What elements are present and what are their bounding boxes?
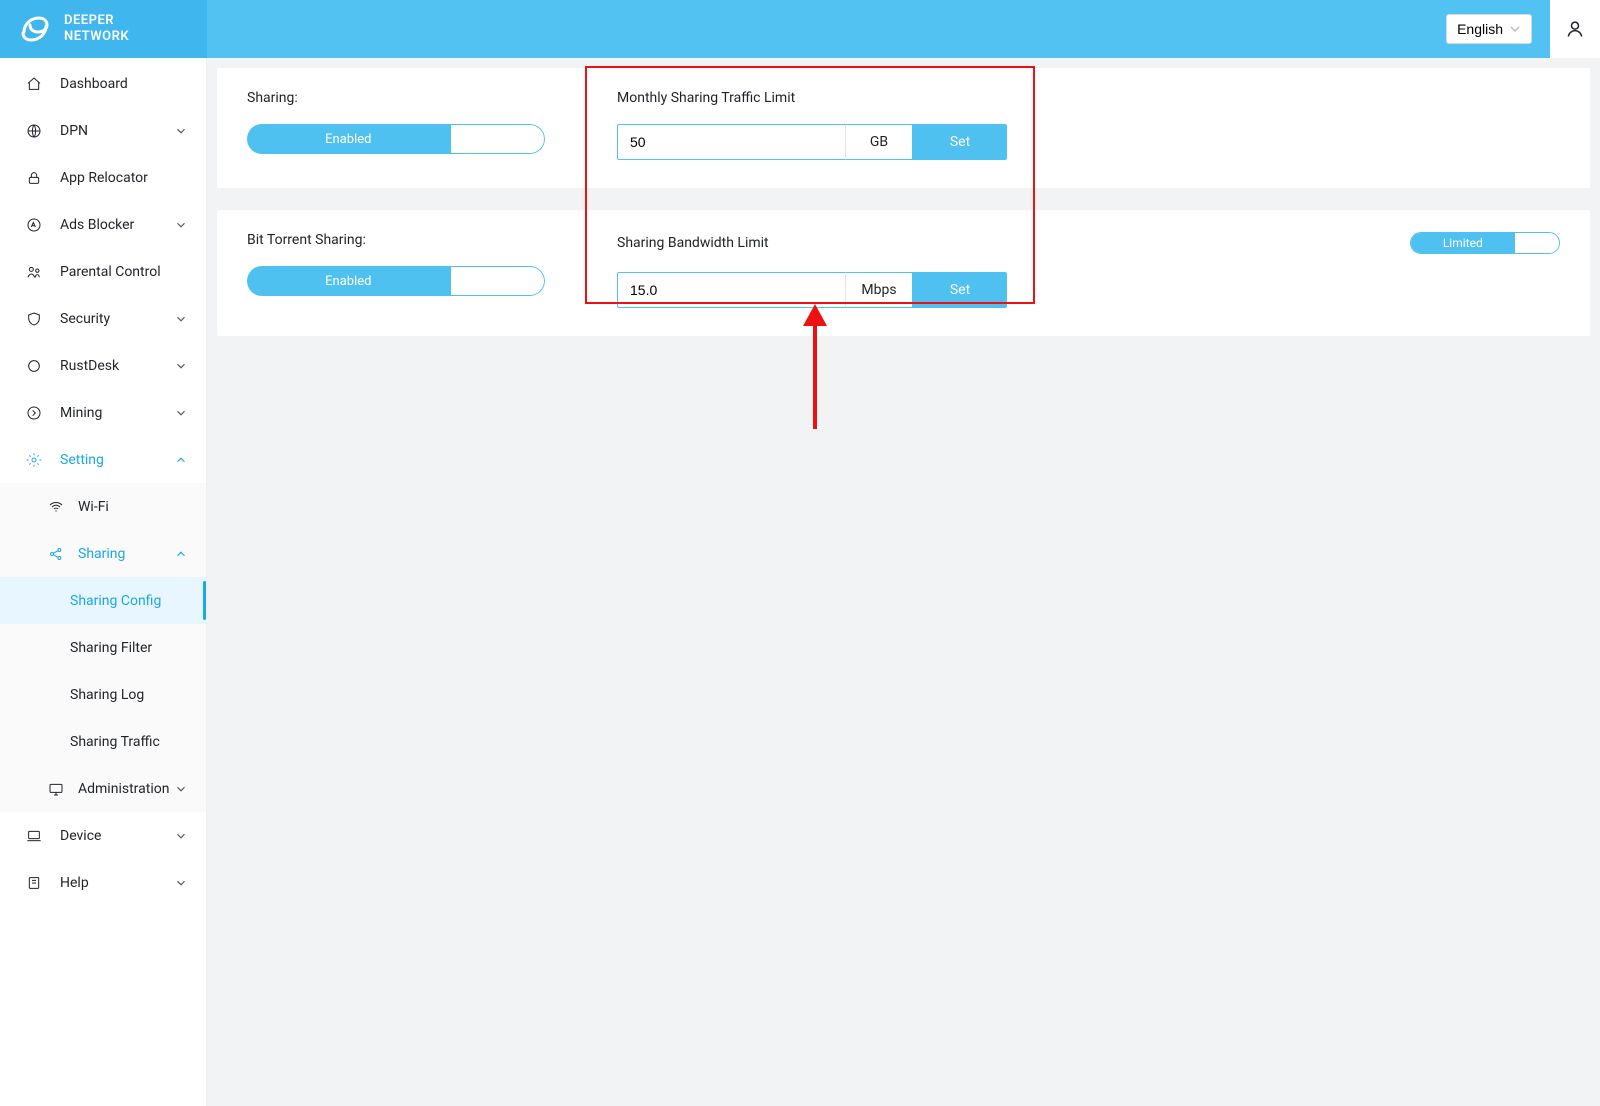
bandwidth-label: Sharing Bandwidth Limit [617,235,769,251]
chevron-down-icon [174,876,188,890]
chevron-down-icon [174,359,188,373]
book-icon [26,875,42,891]
share-icon [48,546,64,562]
sidebar-item-setting[interactable]: Setting [0,436,206,483]
sidebar-item-sharing-config[interactable]: Sharing Config [0,577,206,624]
setting-subpanel: Wi-Fi Sharing Sharing Config Sharing Fil… [0,483,206,812]
sharing-subpanel: Sharing Config Sharing Filter Sharing Lo… [0,577,206,765]
brand-logo-icon [18,12,52,46]
bandwidth-input[interactable] [617,272,845,308]
bittorrent-label: Bit Torrent Sharing: [247,232,557,248]
content-area: Sharing: Enabled Monthly Sharing Traffic… [207,58,1600,1106]
chevron-up-icon [174,547,188,561]
sharing-card: Sharing: Enabled Monthly Sharing Traffic… [217,68,1590,188]
chevron-down-icon [174,124,188,138]
sidebar-item-parental-control[interactable]: Parental Control [0,248,206,295]
toggle-enabled-label: Enabled [247,124,450,154]
sidebar-item-ads-blocker[interactable]: Ads Blocker [0,201,206,248]
traffic-limit-unit: GB [845,124,913,160]
laptop-icon [26,828,42,844]
chevron-down-icon [174,218,188,232]
sidebar-item-sharing-filter[interactable]: Sharing Filter [0,624,206,671]
wifi-icon [48,499,64,515]
bandwidth-group: Mbps Set [617,272,1007,308]
sidebar-item-dpn[interactable]: DPN [0,107,206,154]
switch-knob [1515,233,1559,253]
sidebar-item-administration[interactable]: Administration [0,765,206,812]
globe-icon [26,123,42,139]
chevron-down-icon [174,829,188,843]
sidebar-item-mining[interactable]: Mining [0,389,206,436]
toggle-off-side [450,266,545,296]
lock-icon [26,170,42,186]
language-select[interactable]: English [1446,14,1532,44]
sidebar-item-sharing-traffic[interactable]: Sharing Traffic [0,718,206,765]
bandwidth-set-button[interactable]: Set [913,272,1007,308]
home-icon [26,76,42,92]
sidebar-item-wifi[interactable]: Wi-Fi [0,483,206,530]
toggle-off-side [450,124,545,154]
traffic-limit-label: Monthly Sharing Traffic Limit [617,90,1560,106]
sidebar-item-dashboard[interactable]: Dashboard [0,60,206,107]
sharing-toggle[interactable]: Enabled [247,124,545,154]
bittorrent-toggle[interactable]: Enabled [247,266,545,296]
chevron-up-icon [174,453,188,467]
user-icon [1565,19,1585,39]
bandwidth-limited-switch[interactable]: Limited [1410,232,1560,254]
circle-icon [26,358,42,374]
language-label: English [1457,21,1503,37]
traffic-limit-group: GB Set [617,124,1007,160]
sidebar: Dashboard DPN App Relocator Ads Blocker … [0,58,207,1106]
bittorrent-card: Bit Torrent Sharing: Enabled Sharing Ban… [217,210,1590,336]
sidebar-item-sharing[interactable]: Sharing [0,530,206,577]
gear-icon [26,452,42,468]
chevron-down-icon [174,406,188,420]
sidebar-item-security[interactable]: Security [0,295,206,342]
toggle-enabled-label: Enabled [247,266,450,296]
ads-icon [26,217,42,233]
user-menu[interactable] [1550,0,1600,58]
sidebar-item-app-relocator[interactable]: App Relocator [0,154,206,201]
sharing-label: Sharing: [247,90,557,106]
bandwidth-unit: Mbps [845,272,913,308]
limited-label: Limited [1411,233,1515,253]
monitor-icon [48,781,64,797]
brand: DEEPER NETWORK [0,0,207,58]
chevron-down-icon [174,782,188,796]
chevron-down-icon [1509,23,1521,35]
sidebar-item-device[interactable]: Device [0,812,206,859]
app-header: DEEPER NETWORK English [0,0,1600,58]
sidebar-item-help[interactable]: Help [0,859,206,906]
people-icon [26,264,42,280]
chevron-down-icon [174,312,188,326]
traffic-limit-set-button[interactable]: Set [913,124,1007,160]
sidebar-item-rustdesk[interactable]: RustDesk [0,342,206,389]
traffic-limit-input[interactable] [617,124,845,160]
coin-icon [26,405,42,421]
sidebar-item-sharing-log[interactable]: Sharing Log [0,671,206,718]
brand-text: DEEPER NETWORK [64,13,129,46]
shield-icon [26,311,42,327]
